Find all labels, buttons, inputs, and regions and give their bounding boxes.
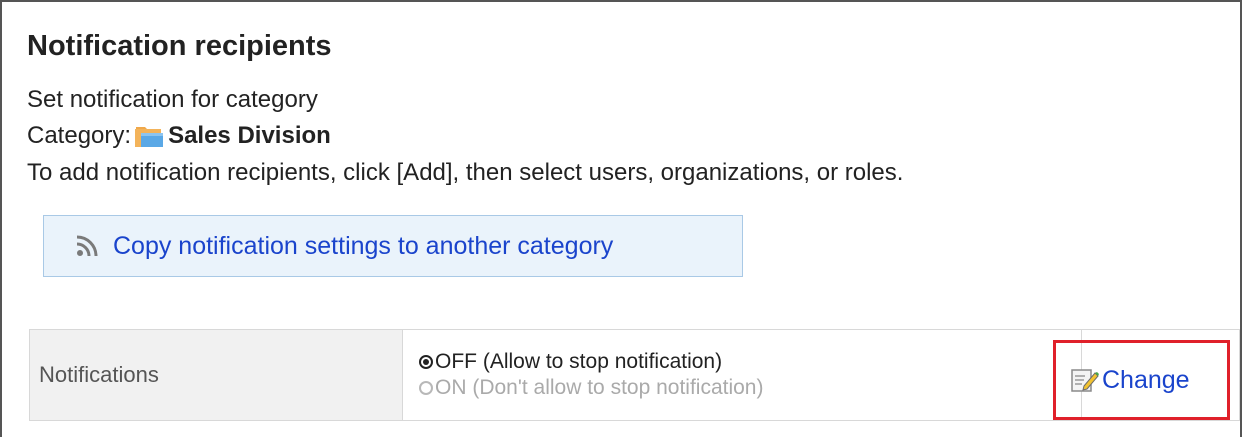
category-line: Category: Sales Division [27, 122, 331, 150]
option-on: ON (Don't allow to stop notification) [419, 375, 1081, 401]
subtitle: Set notification for category [27, 86, 318, 113]
instruction-text: To add notification recipients, click [A… [27, 159, 904, 186]
notifications-label: Notifications [29, 329, 403, 421]
option-on-label: ON (Don't allow to stop notification) [435, 376, 764, 399]
copy-notification-settings-button[interactable]: Copy notification settings to another ca… [43, 215, 743, 277]
feed-icon [73, 232, 101, 260]
change-label: Change [1102, 365, 1190, 394]
edit-icon [1070, 367, 1100, 393]
option-off-label: OFF (Allow to stop notification) [435, 350, 723, 373]
option-off[interactable]: OFF (Allow to stop notification) [419, 349, 1081, 375]
category-name: Sales Division [168, 122, 331, 149]
copy-button-label: Copy notification settings to another ca… [113, 231, 614, 260]
change-link[interactable]: Change [1070, 366, 1190, 395]
change-highlight: Change [1053, 340, 1230, 420]
page-title: Notification recipients [27, 30, 332, 62]
notification-options: OFF (Allow to stop notification) ON (Don… [402, 329, 1082, 421]
radio-on [419, 381, 433, 395]
folder-icon [134, 124, 164, 148]
radio-off[interactable] [419, 355, 433, 369]
category-label: Category: [27, 122, 132, 149]
